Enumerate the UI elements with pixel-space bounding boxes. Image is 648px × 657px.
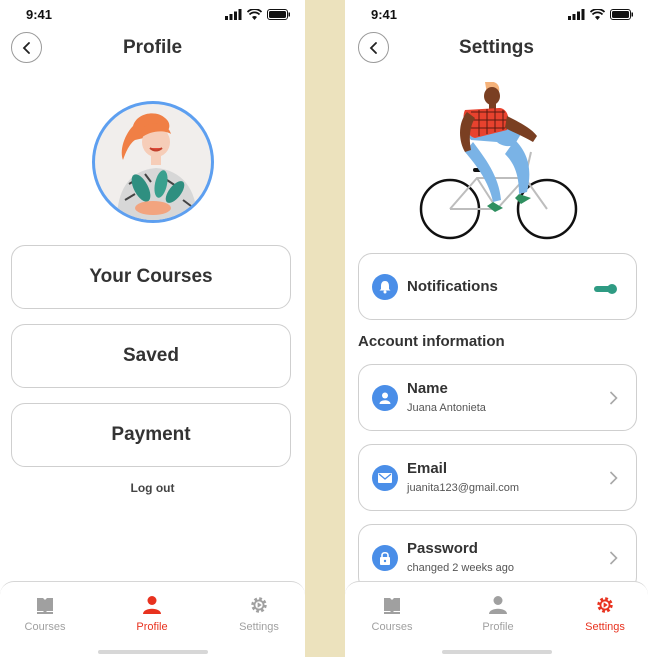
home-indicator xyxy=(441,650,552,654)
wifi-icon xyxy=(590,9,605,20)
person-icon xyxy=(143,596,161,614)
person-icon xyxy=(372,385,398,411)
menu-payment-button[interactable]: Payment xyxy=(11,403,291,467)
chevron-right-icon xyxy=(609,551,618,565)
tab-label: Profile xyxy=(136,621,168,633)
chevron-right-icon xyxy=(609,391,618,405)
mail-icon xyxy=(372,465,398,491)
status-icons xyxy=(568,9,634,20)
battery-icon xyxy=(267,9,290,20)
section-title: Account information xyxy=(358,333,505,350)
status-time: 9:41 xyxy=(371,7,398,22)
notifications-card[interactable]: Notifications xyxy=(358,253,637,320)
settings-screen: 9:41 Settings Notifications Account info… xyxy=(345,0,648,657)
person-icon xyxy=(489,596,507,614)
battery-icon xyxy=(610,9,633,20)
menu-your-courses-button[interactable]: Your Courses xyxy=(11,245,291,309)
logout-link[interactable]: Log out xyxy=(0,481,305,495)
email-label: Email xyxy=(407,460,448,477)
notifications-toggle[interactable] xyxy=(594,281,618,294)
chevron-right-icon xyxy=(609,471,618,485)
cyclist-illustration xyxy=(419,82,578,240)
notifications-label: Notifications xyxy=(407,278,498,295)
avatar-illustration xyxy=(117,113,197,220)
book-icon xyxy=(384,598,400,614)
tab-courses[interactable]: Courses xyxy=(5,595,85,633)
password-value: changed 2 weeks ago xyxy=(407,562,515,574)
tab-label: Courses xyxy=(24,621,66,633)
name-value: Juana Antonieta xyxy=(407,402,486,414)
tab-profile[interactable]: Profile xyxy=(458,595,538,633)
avatar xyxy=(92,101,214,223)
email-row[interactable]: Email juanita123@gmail.com xyxy=(358,444,637,511)
wifi-icon xyxy=(247,9,262,20)
status-icons xyxy=(225,9,291,20)
password-label: Password xyxy=(407,540,478,557)
book-icon xyxy=(37,598,53,614)
tab-bar: Courses Profile Settings xyxy=(345,581,648,657)
status-bar: 9:41 xyxy=(345,0,648,30)
tab-profile[interactable]: Profile xyxy=(112,595,192,633)
signal-icon xyxy=(225,9,242,20)
name-row[interactable]: Name Juana Antonieta xyxy=(358,364,637,431)
lock-icon xyxy=(372,545,398,571)
status-time: 9:41 xyxy=(26,7,53,22)
tab-label: Courses xyxy=(371,621,413,633)
gear-icon xyxy=(251,597,267,613)
email-value: juanita123@gmail.com xyxy=(407,482,520,494)
home-indicator xyxy=(97,650,208,654)
gear-icon xyxy=(597,597,613,613)
tab-courses[interactable]: Courses xyxy=(352,595,432,633)
tab-label: Settings xyxy=(585,621,625,633)
profile-screen: 9:41 Profile Your Courses Saved Payment … xyxy=(0,0,305,657)
tab-settings[interactable]: Settings xyxy=(565,595,645,633)
status-bar: 9:41 xyxy=(0,0,305,30)
bell-icon xyxy=(372,274,398,300)
tab-label: Settings xyxy=(239,621,279,633)
tab-bar: Courses Profile Settings xyxy=(0,581,305,657)
tab-settings[interactable]: Settings xyxy=(219,595,299,633)
page-title: Profile xyxy=(122,37,183,58)
menu-saved-button[interactable]: Saved xyxy=(11,324,291,388)
name-label: Name xyxy=(407,380,448,397)
tab-label: Profile xyxy=(482,621,514,633)
signal-icon xyxy=(568,9,585,20)
page-title: Settings xyxy=(459,37,534,58)
